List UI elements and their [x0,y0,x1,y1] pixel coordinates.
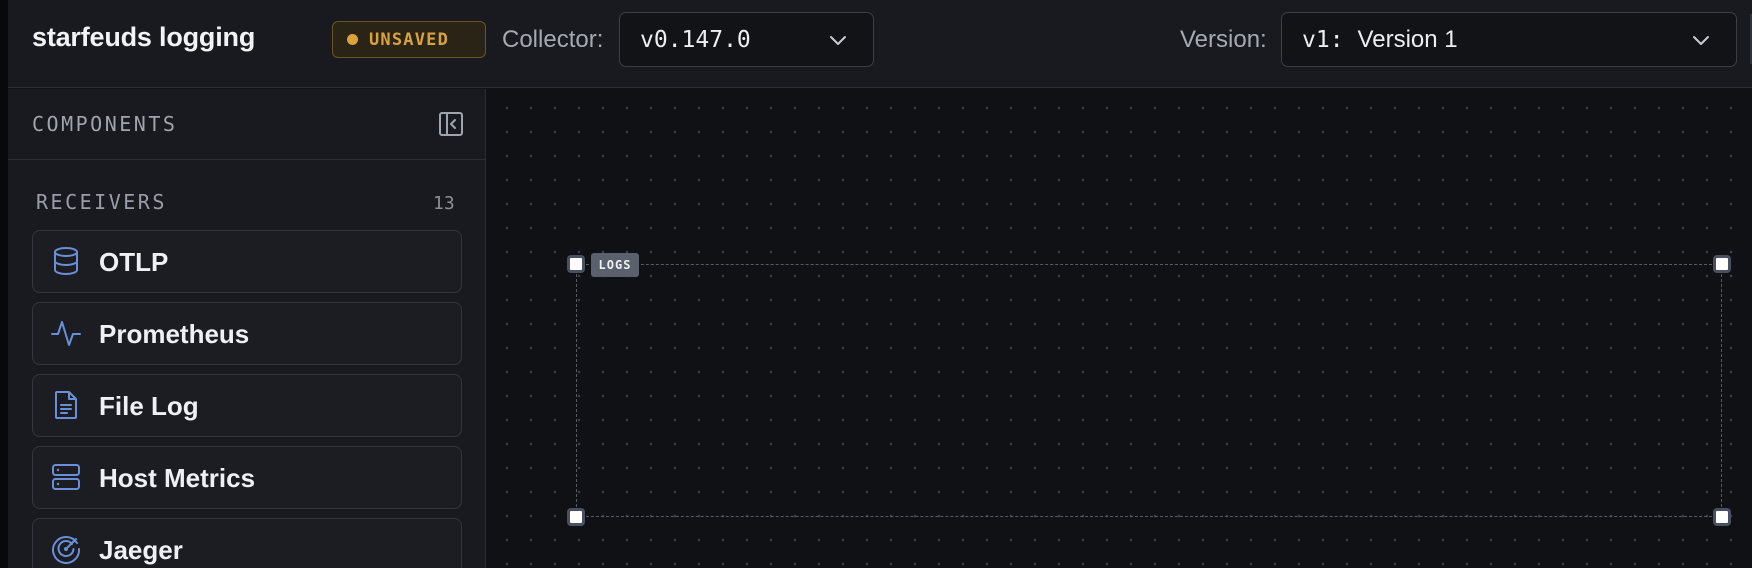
unsaved-status-badge: UNSAVED [332,21,486,58]
receivers-count: 13 [433,193,455,214]
resize-handle-top-left[interactable] [567,255,585,273]
sidebar-title: COMPONENTS [32,112,178,136]
file-text-icon [55,391,77,419]
collector-label: Collector: [502,26,604,53]
top-bar: starfeuds logging UNSAVED Collector: v0.… [8,0,1752,88]
component-item-jaeger[interactable]: Jaeger [32,518,462,568]
version-label: Version: [1180,26,1267,53]
component-item-host-metrics[interactable]: Host Metrics [32,446,462,509]
logs-pipeline-group[interactable] [576,264,1722,517]
status-badge-label: UNSAVED [369,29,450,50]
resize-handle-bottom-right[interactable] [1713,508,1731,526]
activity-icon [51,321,81,346]
resize-handle-top-right[interactable] [1713,255,1731,273]
collector-version-value: v0.147.0 [640,26,751,53]
component-item-label: Prometheus [99,319,250,349]
database-icon [54,247,78,276]
sidebar-header: COMPONENTS [8,89,486,160]
component-item-label: File Log [99,391,199,421]
component-item-file-log[interactable]: File Log [32,374,462,437]
chevron-down-icon [830,36,846,45]
component-item-prometheus[interactable]: Prometheus [32,302,462,365]
component-item-label: OTLP [99,247,169,277]
collapse-sidebar-icon[interactable] [438,111,464,137]
pipeline-title: starfeuds logging [32,22,256,52]
config-version-select[interactable]: v1: Version 1 [1281,12,1737,67]
resize-handle-bottom-left[interactable] [567,508,585,526]
component-item-label: Jaeger [99,535,183,565]
status-dot-icon [347,34,358,45]
component-item-otlp[interactable]: OTLP [32,230,462,293]
collector-version-select[interactable]: v0.147.0 [619,12,874,67]
version-key: v1: [1302,26,1344,53]
chevron-down-icon [1693,36,1709,45]
receivers-section-title: RECEIVERS [36,190,167,214]
components-sidebar: COMPONENTS RECEIVERS 13 OTLP Prometheus [8,89,486,568]
radar-icon [52,536,81,564]
component-item-label: Host Metrics [99,463,256,493]
version-name: Version 1 [1357,25,1458,53]
window-edge [0,0,8,568]
pipeline-canvas[interactable]: LOGS [488,89,1752,568]
pipeline-group-tag: LOGS [591,253,639,277]
server-icon [52,464,80,490]
